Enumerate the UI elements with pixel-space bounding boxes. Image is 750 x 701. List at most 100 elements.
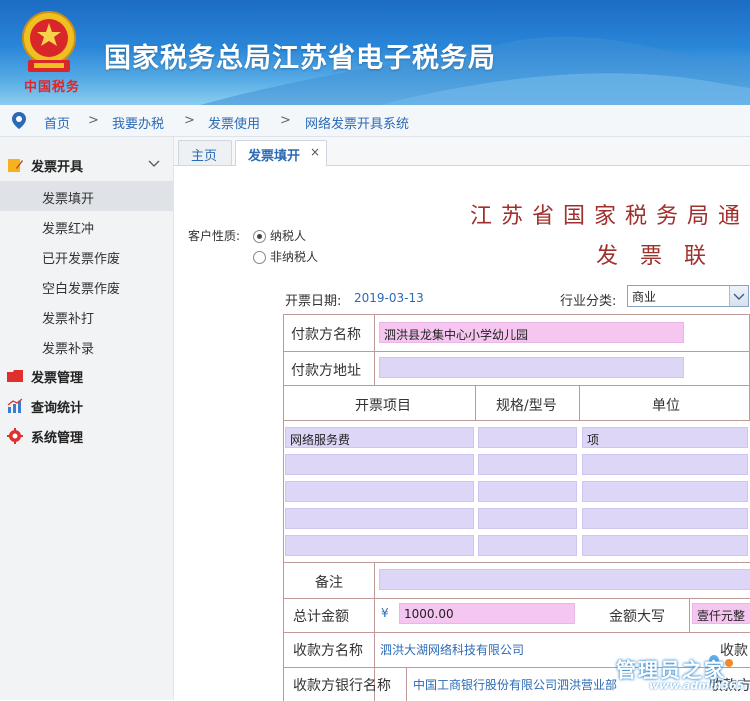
chevron-down-icon — [729, 286, 748, 306]
chart-icon — [7, 398, 23, 413]
location-pin-icon — [12, 112, 26, 129]
sidebar-item-supplement[interactable]: 发票补录 — [0, 331, 173, 361]
item-spec-field[interactable] — [478, 508, 577, 529]
sidebar-group-label: 查询统计 — [31, 401, 84, 416]
invoice-date-label: 开票日期: — [285, 294, 342, 309]
invoice-form: 江苏省国家税务局通 发票联 客户性质: 纳税人 非纳税人 开票日期: 2019-… — [174, 166, 750, 701]
close-icon[interactable]: × — [310, 145, 320, 159]
item-spec-field[interactable] — [478, 427, 577, 448]
sidebar-group-invoice-issue[interactable]: 发票开具 — [0, 151, 173, 179]
breadcrumb-separator: > — [280, 113, 291, 128]
remark-field[interactable] — [379, 569, 750, 590]
item-name-field[interactable] — [285, 481, 474, 502]
payer-address-label: 付款方地址 — [291, 363, 361, 379]
item-unit-field[interactable]: 项 — [582, 427, 748, 448]
sidebar-item-invoice-fill[interactable]: 发票填开 — [0, 181, 173, 211]
sidebar-item-label: 已开发票作废 — [42, 252, 121, 267]
sidebar-item-label: 发票补打 — [42, 312, 95, 327]
sidebar-group-label: 系统管理 — [31, 431, 84, 446]
table-rule — [689, 598, 690, 632]
total-amount-value: 1000.00 — [404, 607, 454, 621]
invoice-subtitle: 发票联 — [596, 244, 729, 269]
column-header-spec: 规格/型号 — [496, 398, 557, 414]
payer-name-label: 付款方名称 — [291, 327, 361, 343]
sidebar-group-invoice-manage[interactable]: 发票管理 — [0, 362, 173, 390]
sidebar-item-reprint[interactable]: 发票补打 — [0, 301, 173, 331]
table-rule — [475, 385, 476, 420]
amount-in-words-value: 壹仟元整 — [697, 609, 746, 623]
radio-taxpayer[interactable] — [253, 230, 266, 243]
sidebar-group-label: 发票开具 — [31, 160, 84, 175]
sidebar-item-void-blank[interactable]: 空白发票作废 — [0, 271, 173, 301]
item-unit-field[interactable] — [582, 508, 748, 529]
item-name-field[interactable] — [285, 508, 474, 529]
table-rule — [284, 632, 750, 633]
chevron-down-icon[interactable] — [148, 155, 160, 173]
sidebar-item-label: 发票补录 — [42, 342, 95, 357]
sidebar-item-label: 发票填开 — [42, 192, 95, 207]
item-name-field[interactable] — [285, 454, 474, 475]
breadcrumb-home[interactable]: 首页 — [44, 113, 70, 132]
site-header: 中国税务 国家税务总局江苏省电子税务局 — [0, 0, 750, 105]
table-rule — [284, 598, 750, 599]
sidebar-group-system[interactable]: 系统管理 — [0, 422, 173, 450]
radio-taxpayer-label: 纳税人 — [270, 229, 307, 243]
payer-address-field[interactable] — [379, 357, 684, 378]
total-amount-field[interactable]: 1000.00 — [399, 603, 575, 624]
table-rule — [579, 385, 580, 420]
invoice-table: 付款方名称 泗洪县龙集中心小学幼儿园 付款方地址 开票项目 规格/型号 单位 网… — [283, 314, 750, 701]
sidebar-item-invoice-red[interactable]: 发票红冲 — [0, 211, 173, 241]
radio-non-taxpayer-label: 非纳税人 — [270, 250, 319, 264]
total-amount-label: 总计金额 — [293, 609, 349, 625]
folder-icon — [7, 370, 23, 382]
item-spec-field[interactable] — [478, 535, 577, 556]
item-unit-value: 项 — [587, 433, 600, 447]
column-header-unit: 单位 — [652, 398, 680, 414]
payer-name-value: 泗洪县龙集中心小学幼儿园 — [384, 328, 529, 342]
industry-select[interactable]: 商业 — [627, 285, 749, 307]
customer-type-label: 客户性质: — [188, 229, 241, 243]
item-unit-field[interactable] — [582, 535, 748, 556]
tab-label: 主页 — [191, 149, 218, 164]
sidebar-group-query-stats[interactable]: 查询统计 — [0, 392, 173, 420]
sidebar-group-label: 发票管理 — [31, 371, 84, 386]
column-header-item: 开票项目 — [355, 398, 411, 414]
tax-emblem-icon — [22, 11, 76, 72]
item-spec-field[interactable] — [478, 481, 577, 502]
gear-icon — [7, 428, 23, 444]
invoice-date-value[interactable]: 2019-03-13 — [354, 291, 424, 305]
item-name-field[interactable] — [285, 535, 474, 556]
item-spec-field[interactable] — [478, 454, 577, 475]
tab-home[interactable]: 主页 — [178, 140, 232, 165]
breadcrumb-separator: > — [184, 113, 195, 128]
item-name-value: 网络服务费 — [290, 433, 351, 447]
tab-label: 发票填开 — [248, 149, 301, 164]
table-rule — [374, 315, 375, 385]
payee-bank-label: 收款方银行名称 — [293, 678, 391, 694]
payee-name-value[interactable]: 泗洪大湖网络科技有限公司 — [380, 641, 524, 658]
breadcrumb-online-invoice[interactable]: 网络发票开具系统 — [305, 113, 409, 132]
item-unit-field[interactable] — [582, 481, 748, 502]
currency-symbol: ¥ — [381, 606, 389, 620]
tab-invoice-fill[interactable]: 发票填开 × — [235, 140, 327, 166]
site-title: 国家税务总局江苏省电子税务局 — [104, 43, 496, 74]
table-rule — [406, 667, 407, 701]
payee-bank-value[interactable]: 中国工商银行股份有限公司泗洪营业部 — [413, 676, 617, 693]
brand-script-text: 中国税务 — [24, 80, 81, 95]
amount-in-words-field[interactable]: 壹仟元整 — [692, 603, 750, 624]
sidebar-item-void-issued[interactable]: 已开发票作废 — [0, 241, 173, 271]
table-rule — [284, 351, 750, 352]
radio-non-taxpayer[interactable] — [253, 251, 266, 264]
industry-label: 行业分类: — [560, 294, 617, 309]
sidebar: 发票开具 发票填开 发票红冲 已开发票作废 空白发票作废 发票补打 发票补录 发… — [0, 137, 174, 700]
amount-in-words-label: 金额大写 — [609, 609, 665, 625]
breadcrumb-separator: > — [88, 113, 99, 128]
item-name-field[interactable]: 网络服务费 — [285, 427, 474, 448]
tab-bar: 主页 发票填开 × — [174, 137, 750, 166]
breadcrumb-invoice-use[interactable]: 发票使用 — [208, 113, 260, 132]
payer-name-field[interactable]: 泗洪县龙集中心小学幼儿园 — [379, 322, 684, 343]
item-unit-field[interactable] — [582, 454, 748, 475]
sidebar-item-label: 发票红冲 — [42, 222, 95, 237]
table-rule — [284, 562, 750, 563]
breadcrumb-tax[interactable]: 我要办税 — [112, 113, 164, 132]
